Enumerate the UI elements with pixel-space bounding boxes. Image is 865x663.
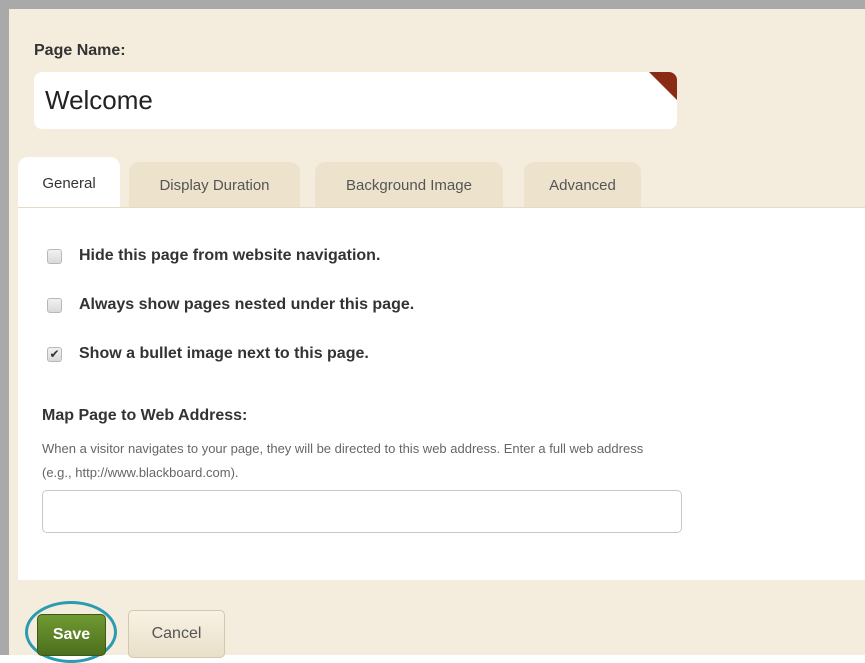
option-show-nested-pages[interactable]: Always show pages nested under this page… — [47, 294, 414, 316]
show-nested-pages-label[interactable]: Always show pages nested under this page… — [79, 296, 414, 314]
show-bullet-image-checkbox[interactable]: ✔ — [47, 346, 62, 362]
page-name-field[interactable]: Welcome — [34, 72, 677, 129]
tab-display-duration[interactable]: Display Duration — [129, 162, 300, 208]
option-show-bullet-image[interactable]: ✔ Show a bullet image next to this page. — [47, 343, 369, 365]
tab-background-image[interactable]: Background Image — [315, 162, 503, 208]
page-editor-panel: Page Name: Welcome General Display Durat… — [0, 0, 865, 663]
web-address-help-line-1: When a visitor navigates to your page, t… — [42, 441, 644, 456]
tab-advanced-label: Advanced — [549, 176, 616, 194]
page-name-label: Page Name: — [34, 42, 126, 59]
tab-background-image-label: Background Image — [346, 176, 472, 194]
hide-from-navigation-checkbox[interactable] — [47, 248, 62, 264]
web-address-input[interactable] — [42, 490, 682, 533]
cancel-button[interactable]: Cancel — [128, 610, 225, 658]
web-address-help-text: When a visitor navigates to your page, t… — [42, 437, 865, 485]
page-name-value[interactable]: Welcome — [45, 85, 153, 116]
web-address-label: Map Page to Web Address: — [42, 407, 248, 424]
check-icon: ✔ — [49, 347, 60, 361]
show-bullet-image-label[interactable]: Show a bullet image next to this page. — [79, 345, 369, 363]
show-nested-pages-checkbox[interactable] — [47, 297, 62, 313]
save-button[interactable]: Save — [37, 614, 106, 656]
option-hide-from-navigation[interactable]: Hide this page from website navigation. — [47, 245, 380, 267]
tab-general[interactable]: General — [18, 157, 120, 209]
tab-advanced[interactable]: Advanced — [524, 162, 641, 208]
corner-flag-icon — [649, 72, 677, 100]
web-address-help-line-2: (e.g., http://www.blackboard.com). — [42, 465, 239, 480]
tab-display-duration-label: Display Duration — [159, 176, 270, 194]
hide-from-navigation-label[interactable]: Hide this page from website navigation. — [79, 247, 380, 265]
tab-general-label: General — [42, 174, 96, 192]
